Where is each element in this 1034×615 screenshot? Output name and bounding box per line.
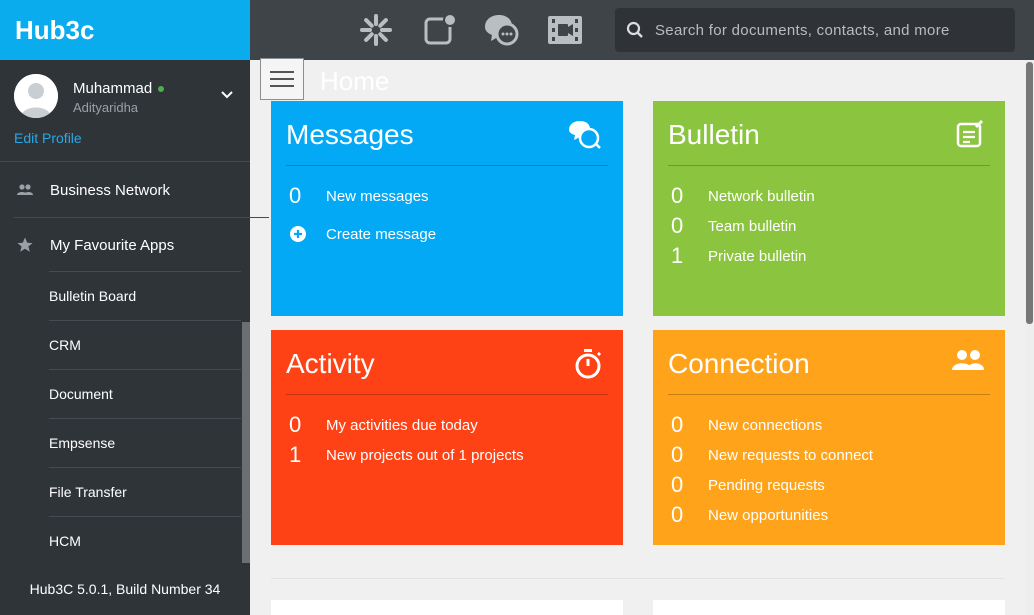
plus-circle-icon [289, 225, 326, 243]
count: 1 [289, 442, 302, 467]
sidebar-subitem-document[interactable]: Document [49, 369, 241, 418]
row-label: My activities due today [326, 416, 478, 434]
sidebar-item-my-favourite-apps[interactable]: My Favourite Apps [0, 218, 242, 272]
sidebar-item-label: My Favourite Apps [50, 236, 175, 254]
bulletin-row-network[interactable]: 0 Network bulletin [671, 183, 815, 209]
profile-username: Adityaridha [73, 100, 139, 115]
online-status-dot [158, 86, 165, 93]
card-title: Messages [286, 119, 414, 150]
people-icon [0, 183, 50, 197]
connection-row-pending[interactable]: 0 Pending requests [671, 472, 825, 498]
count: 1 [671, 243, 684, 268]
avatar[interactable] [14, 74, 58, 118]
count: 0 [289, 183, 302, 208]
card-title: Bulletin [668, 119, 760, 150]
profile-panel: Muhammad Adityaridha Edit Profile [0, 60, 250, 162]
card-divider [286, 165, 608, 166]
count: 0 [671, 213, 684, 238]
sidebar-item-label: Business Network [50, 181, 171, 199]
stopwatch-icon [573, 348, 603, 385]
row-label: New messages [326, 187, 429, 205]
activity-row-new-projects[interactable]: 1 New projects out of 1 projects [289, 442, 524, 468]
sidebar-subitem-crm[interactable]: CRM [49, 320, 241, 369]
count: 0 [671, 183, 684, 208]
connection-row-requests[interactable]: 0 New requests to connect [671, 442, 873, 468]
connection-row-new[interactable]: 0 New connections [671, 412, 822, 438]
sidebar-scrollbar[interactable] [242, 322, 250, 592]
people-icon [951, 348, 985, 379]
card-divider [668, 394, 990, 395]
section-divider [271, 578, 1004, 579]
count: 0 [671, 412, 684, 437]
apps-pinwheel-icon[interactable] [357, 11, 395, 49]
row-label: Team bulletin [708, 217, 797, 235]
hamburger-menu-button[interactable] [260, 58, 304, 100]
video-icon[interactable] [546, 11, 584, 49]
count: 0 [671, 442, 684, 467]
count: 0 [671, 472, 684, 497]
row-label: Network bulletin [708, 187, 815, 205]
row-label: Private bulletin [708, 247, 807, 265]
brand-logo[interactable]: Hub3c [0, 0, 250, 60]
create-message-button[interactable]: Create message [289, 225, 436, 243]
row-label: New opportunities [708, 506, 829, 524]
notification-icon[interactable] [421, 11, 459, 49]
profile-name: Muhammad [73, 80, 153, 97]
count: 0 [289, 412, 302, 437]
bulletin-row-private[interactable]: 1 Private bulletin [671, 243, 806, 269]
bulletin-row-team[interactable]: 0 Team bulletin [671, 213, 796, 239]
scrollbar-thumb[interactable] [1026, 62, 1033, 324]
profile-name-row: Muhammad [73, 80, 165, 97]
count: 0 [671, 502, 684, 527]
edit-profile-link[interactable]: Edit Profile [14, 130, 82, 146]
row-label: Create message [326, 225, 437, 243]
connection-row-opportunities[interactable]: 0 New opportunities [671, 502, 828, 528]
card-divider [668, 165, 990, 166]
search-icon[interactable] [615, 21, 655, 39]
activity-card[interactable]: Activity 0 My activities due today 1 New… [271, 330, 623, 545]
row-label: New requests to connect [708, 446, 874, 464]
sidebar-subitem-hcm[interactable]: HCM [49, 516, 241, 565]
sidebar-item-business-network[interactable]: Business Network [0, 163, 242, 217]
row-label: New projects out of 1 projects [326, 446, 524, 464]
chevron-down-icon[interactable] [219, 86, 235, 107]
sidebar-subitem-bulletin-board[interactable]: Bulletin Board [49, 271, 241, 320]
lower-panel-right [653, 600, 1005, 615]
sidebar: Hub3c Muhammad Adityaridha Edit Profile … [0, 0, 269, 615]
search-bar[interactable] [615, 8, 1015, 52]
connection-card[interactable]: Connection 0 New connections 0 New reque… [653, 330, 1005, 545]
messages-row-new[interactable]: 0 New messages [289, 183, 429, 209]
chat-bubbles-icon [567, 119, 603, 156]
main-scrollbar[interactable] [1025, 60, 1034, 615]
activity-row-due-today[interactable]: 0 My activities due today [289, 412, 478, 438]
card-divider [286, 394, 608, 395]
row-label: New connections [708, 416, 823, 434]
version-info: Hub3C 5.0.1, Build Number 34 [0, 563, 250, 615]
card-title: Activity [286, 348, 375, 379]
bulletin-card[interactable]: Bulletin 0 Network bulletin 0 Team bulle… [653, 101, 1005, 316]
search-input[interactable] [655, 21, 1005, 39]
top-bar [250, 0, 1034, 60]
chat-icon[interactable] [482, 11, 520, 49]
sidebar-subitem-file-transfer[interactable]: File Transfer [49, 467, 241, 516]
star-icon [0, 236, 50, 254]
page-title: Home [320, 66, 390, 96]
lower-panel-left [271, 600, 623, 615]
sidebar-subitem-empsense[interactable]: Empsense [49, 418, 241, 467]
page-header: Home [250, 58, 1025, 100]
messages-card[interactable]: Messages 0 New messages Create message [271, 101, 623, 316]
note-edit-icon [955, 119, 985, 154]
card-title: Connection [668, 348, 810, 379]
row-label: Pending requests [708, 476, 825, 494]
